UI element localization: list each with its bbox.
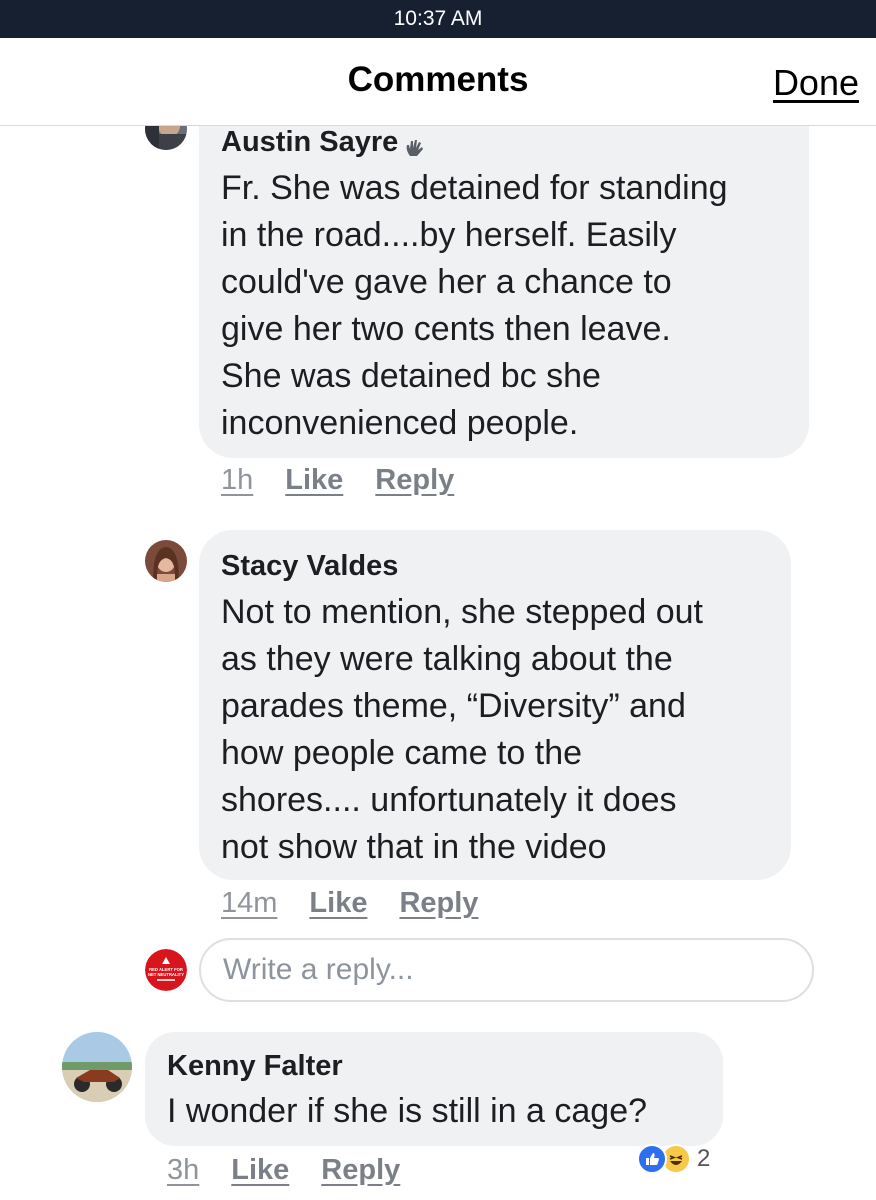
comment-text: Not to mention, she stepped out as they … [221, 593, 703, 866]
comment-meta: 1h Like Reply [221, 464, 486, 497]
like-button[interactable]: Like [231, 1154, 289, 1187]
reply-button[interactable]: Reply [375, 464, 454, 497]
comment-author[interactable]: Kenny Falter [167, 1050, 343, 1083]
status-time: 10:37 AM [393, 7, 483, 30]
avatar[interactable] [145, 540, 187, 582]
comment-text: I wonder if she is still in a cage? [167, 1092, 648, 1130]
like-reaction-icon [637, 1144, 667, 1174]
avatar[interactable] [145, 126, 187, 150]
status-bar: 10:37 AM [0, 0, 876, 38]
reply-placeholder: Write a reply... [223, 953, 414, 986]
svg-text:NET NEUTRALITY: NET NEUTRALITY [148, 972, 184, 977]
comments-header: Comments Done [0, 38, 876, 126]
page-title: Comments [347, 60, 529, 99]
reaction-count: 2 [697, 1145, 711, 1172]
reply-button[interactable]: Reply [321, 1154, 400, 1187]
comment-author[interactable]: Austin Sayre [221, 126, 426, 159]
comment-text: Fr. She was detained for standing in the… [221, 169, 728, 442]
my-avatar: RED ALERT FOR NET NEUTRALITY [145, 949, 187, 991]
comment-time[interactable]: 1h [221, 464, 253, 497]
avatar[interactable] [62, 1032, 132, 1102]
done-button[interactable]: Done [773, 62, 859, 104]
comment-thread[interactable]: Austin Sayre Fr. She was detained for st… [0, 126, 876, 1200]
comment-time[interactable]: 3h [167, 1154, 199, 1187]
reply-input[interactable]: Write a reply... [199, 938, 814, 1002]
waving-hand-icon [404, 133, 426, 157]
reactions-badge[interactable]: 2 [637, 1141, 710, 1177]
comment-meta: 14m Like Reply [221, 887, 510, 920]
comment-meta: 3h Like Reply [167, 1154, 432, 1187]
like-button[interactable]: Like [285, 464, 343, 497]
reply-button[interactable]: Reply [399, 887, 478, 920]
comment-time[interactable]: 14m [221, 887, 277, 920]
comment-author[interactable]: Stacy Valdes [221, 550, 398, 583]
like-button[interactable]: Like [309, 887, 367, 920]
